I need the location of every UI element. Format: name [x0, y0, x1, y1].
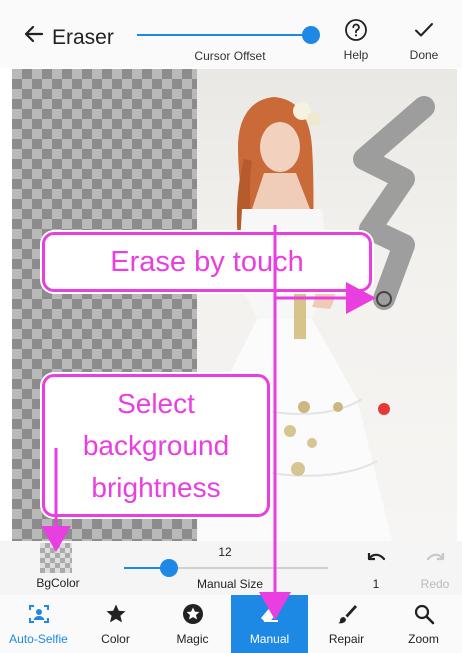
nav-label: Manual: [249, 632, 290, 646]
help-button[interactable]: Help: [331, 18, 381, 64]
nav-item-magic[interactable]: Magic: [154, 595, 231, 653]
nav-label: Repair: [328, 632, 365, 646]
callout-line: brightness: [91, 472, 221, 503]
redo-label[interactable]: Redo: [410, 577, 460, 591]
callout-line: Select: [117, 388, 195, 419]
bottom-navigation: Auto-Selfie Color Magic Manual Repair Zo…: [0, 595, 462, 653]
help-label: Help: [343, 48, 369, 62]
cursor-offset-label: Cursor Offset: [194, 49, 266, 63]
checkmark-icon: [415, 23, 433, 37]
nav-item-color[interactable]: Color: [77, 595, 154, 653]
bgcolor-label[interactable]: BgColor: [18, 576, 98, 590]
redo-icon[interactable]: [425, 549, 447, 567]
cursor-offset-slider-knob[interactable]: [302, 26, 320, 44]
eraser-icon: [260, 605, 279, 622]
editing-canvas[interactable]: Erase by touch Select background brightn…: [12, 69, 457, 541]
undo-icon[interactable]: [365, 549, 387, 567]
nav-item-repair[interactable]: Repair: [308, 595, 385, 653]
back-arrow-icon[interactable]: [22, 22, 46, 46]
brush-controls: BgColor 12 Manual Size 1 Redo: [0, 541, 462, 595]
nav-label: Zoom: [408, 632, 439, 646]
done-button[interactable]: Done: [399, 18, 449, 64]
nav-item-zoom[interactable]: Zoom: [385, 595, 462, 653]
done-label: Done: [409, 48, 439, 62]
erase-cursor-dot: [378, 403, 390, 415]
cursor-offset-slider-track[interactable]: [137, 34, 315, 36]
nav-item-auto-selfie[interactable]: Auto-Selfie: [0, 595, 77, 653]
nav-label: Color: [101, 632, 130, 646]
screen-title: Eraser: [52, 26, 114, 49]
help-icon: [345, 19, 367, 41]
magic-star-icon: [182, 604, 203, 624]
manual-size-value: 12: [218, 545, 232, 559]
undo-count: 1: [372, 577, 380, 591]
manual-size-label: Manual Size: [196, 577, 264, 591]
face-scan-icon: [28, 605, 49, 623]
select-background-callout: Select background brightness: [42, 374, 270, 517]
nav-label: Auto-Selfie: [9, 632, 68, 646]
nav-label: Magic: [176, 632, 209, 646]
bgcolor-swatch[interactable]: [40, 543, 72, 573]
erase-by-touch-callout: Erase by touch: [42, 232, 372, 292]
top-toolbar: Eraser Cursor Offset Help Done: [0, 0, 462, 68]
nav-item-manual[interactable]: Manual: [231, 595, 308, 653]
brush-icon: [337, 605, 357, 624]
zoom-icon: [414, 604, 434, 625]
star-icon: [106, 604, 125, 623]
manual-size-slider-knob[interactable]: [160, 559, 178, 577]
callout-line: background: [82, 430, 230, 461]
